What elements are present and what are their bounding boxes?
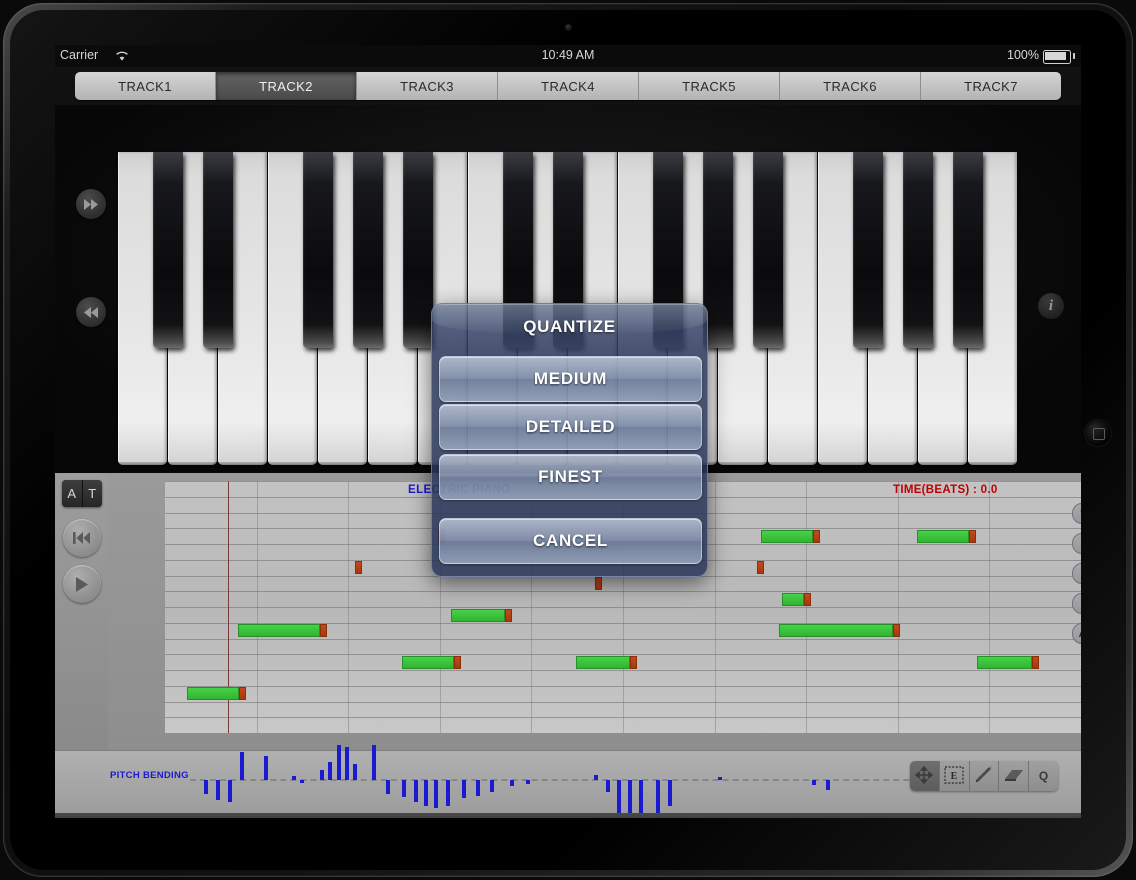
- quantize-cancel-button[interactable]: CANCEL: [439, 518, 702, 564]
- quantize-detailed-button[interactable]: DETAILED: [439, 404, 702, 450]
- home-button-square-icon: [1093, 428, 1105, 440]
- quantize-medium-button[interactable]: MEDIUM: [439, 356, 702, 402]
- dialog-title: QUANTIZE: [523, 317, 616, 336]
- screen: Carrier 10:49 AM 100% TRACK1 TRACK2 TRACK3…: [55, 45, 1081, 818]
- front-camera: [565, 24, 572, 31]
- quantize-finest-button[interactable]: FINEST: [439, 454, 702, 500]
- ipad-device: Carrier 10:49 AM 100% TRACK1 TRACK2 TRACK3…: [0, 0, 1136, 880]
- modal-overlay: QUANTIZE MEDIUM DETAILED FINEST CANCEL: [55, 45, 1081, 818]
- quantize-dialog: QUANTIZE MEDIUM DETAILED FINEST CANCEL: [431, 303, 708, 577]
